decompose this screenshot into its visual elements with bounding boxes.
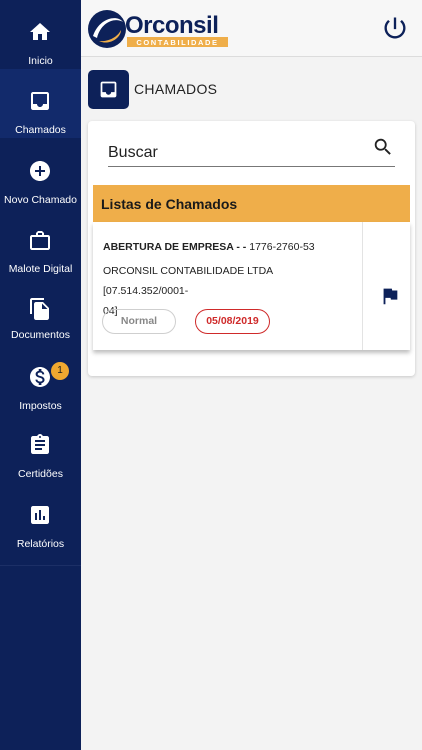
ticket-row[interactable]: ABERTURA DE EMPRESA - - 1776-2760-53 ORC… [93,222,410,350]
power-icon[interactable] [381,14,409,42]
ticket-title: ABERTURA DE EMPRESA - - [103,241,247,253]
home-icon [30,23,50,40]
sidebar-item-chamados[interactable]: Chamados [0,69,81,138]
list-header-title: Listas de Chamados [101,196,238,212]
search-input[interactable] [108,141,395,167]
sidebar-item-label: Chamados [15,124,66,136]
bar-chart-icon [31,506,49,524]
ticket-number: 1776-2760-53 [249,241,315,253]
sidebar-item-malote-digital[interactable]: Malote Digital [0,207,81,276]
sidebar-item-inicio[interactable]: Inicio [0,0,81,69]
search-icon[interactable] [372,136,394,158]
page-icon-box [88,70,129,109]
tickets-card: Listas de Chamados ABERTURA DE EMPRESA -… [88,121,415,376]
page-title: CHAMADOS [134,81,218,97]
sidebar-item-label: Impostos [19,400,62,412]
app-header: Orconsil CONTABILIDADE [81,0,422,57]
dollar-icon [30,367,50,387]
impostos-count-badge: 1 [51,362,69,380]
list-header: Listas de Chamados [93,185,410,222]
priority-badge: Normal [102,309,176,334]
ticket-divider [362,222,363,350]
sidebar: Inicio Chamados Novo Chamado Malote Digi… [0,0,81,750]
briefcase-icon [30,231,50,250]
documents-icon [30,298,49,320]
sidebar-item-novo-chamado[interactable]: Novo Chamado [0,138,81,207]
sidebar-item-certidoes[interactable]: Certidões [0,414,81,483]
sidebar-item-relatorios[interactable]: Relatórios [0,483,81,552]
sidebar-item-label: Relatórios [16,538,65,550]
sidebar-item-documentos[interactable]: Documentos [0,276,81,345]
sidebar-item-label: Novo Chamado [4,194,77,206]
clipboard-icon [31,434,49,454]
date-badge: 05/08/2019 [195,309,270,334]
ticket-title-line: ABERTURA DE EMPRESA - - 1776-2760-53 [103,241,315,253]
sidebar-item-label: Documentos [11,329,70,341]
svg-text:CONTABILIDADE: CONTABILIDADE [136,38,218,47]
add-circle-icon [30,161,50,181]
sidebar-item-label: Malote Digital [8,263,73,275]
flag-icon[interactable] [379,285,401,307]
sidebar-item-label: Certidões [18,468,63,480]
orconsil-logo: Orconsil CONTABILIDADE [88,10,228,48]
sidebar-nav: Inicio Chamados Novo Chamado Malote Digi… [0,0,81,566]
svg-text:Orconsil: Orconsil [125,12,218,39]
ticket-company-line1: ORCONSIL CONTABILIDADE LTDA [07.514.352/… [103,265,273,297]
inbox-icon [100,81,117,98]
inbox-icon [31,92,49,110]
sidebar-item-impostos[interactable]: 1 Impostos [0,345,81,414]
sidebar-item-label: Inicio [28,55,53,67]
